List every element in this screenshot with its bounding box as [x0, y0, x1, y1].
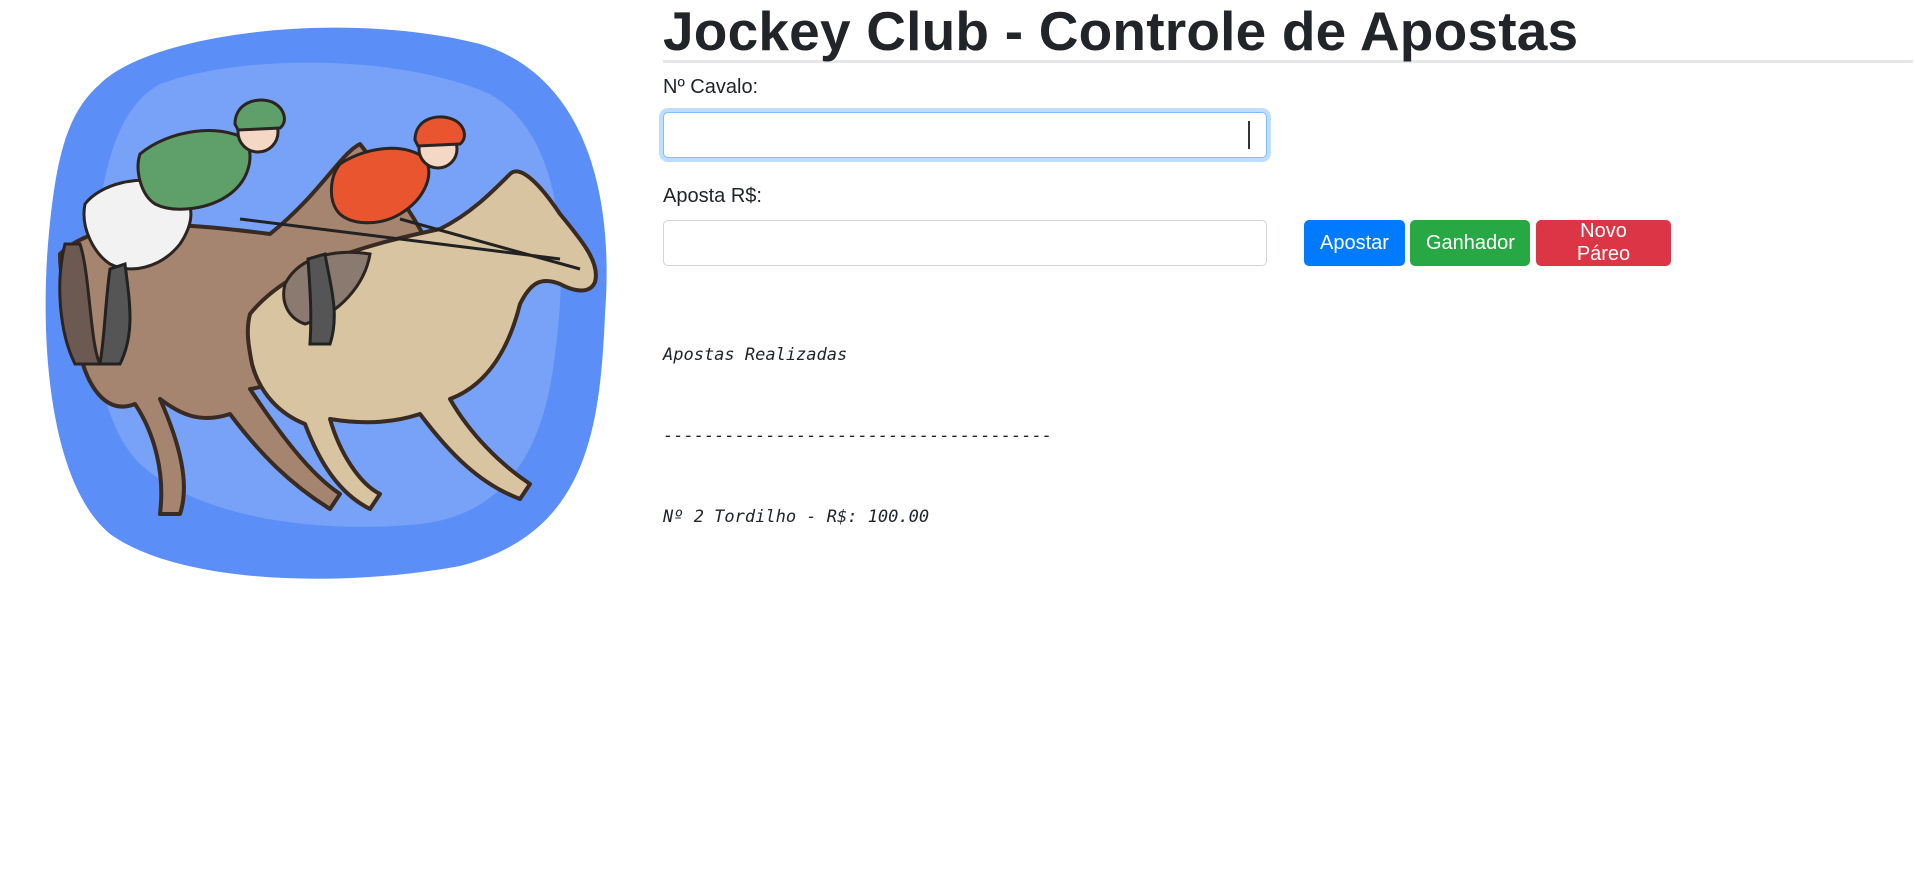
horse-number-input[interactable] — [663, 112, 1267, 158]
bets-panel: Apostas Realizadas ---------------------… — [663, 288, 1052, 585]
text-cursor — [1248, 121, 1250, 149]
bet-amount-label: Aposta R$: — [663, 185, 762, 207]
bet-entry: Nº 2 Tordilho - R$: 100.00 — [663, 507, 930, 527]
horse-race-icon — [45, 27, 607, 579]
bets-separator: -------------------------------------- — [663, 426, 1052, 446]
horse-race-illustration — [40, 14, 620, 588]
bet-amount-input[interactable] — [663, 220, 1267, 266]
winner-button[interactable]: Ganhador — [1410, 220, 1530, 266]
bet-button[interactable]: Apostar — [1304, 220, 1405, 266]
horse-number-label: Nº Cavalo: — [663, 76, 759, 98]
page-title: Jockey Club - Controle de Apostas — [663, 0, 1579, 62]
bets-header: Apostas Realizadas — [663, 345, 848, 365]
new-race-button[interactable]: Novo Páreo — [1536, 220, 1671, 266]
main-content: Jockey Club - Controle de Apostas Nº Cav… — [663, 0, 1915, 527]
